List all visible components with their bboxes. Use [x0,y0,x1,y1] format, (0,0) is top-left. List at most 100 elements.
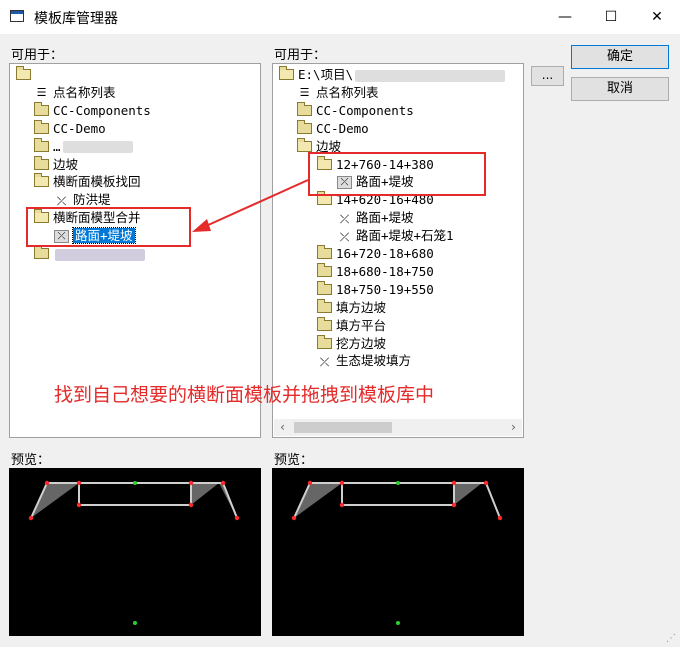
folder-open-icon [279,66,294,80]
right-tree-item[interactable]: 18+750-19+550 [317,280,434,299]
tree-item-label: 挖方边坡 [336,335,387,351]
right-template-preview [272,468,524,636]
tree-item-label: 横断面模型合并 [53,210,141,226]
tree-item-label: 防洪堤 [73,192,111,208]
tree-item-label: 生态堤坡填方 [336,353,412,369]
right-preview-drawing [291,480,503,625]
folder-icon [297,119,312,134]
tree-item-label: CC-Components [316,102,414,118]
template-box-icon: ⤫ [337,176,352,190]
template-box-icon: ⤫ [54,230,69,244]
folder-icon [317,262,332,277]
resize-grip-icon[interactable]: ⋰ [666,633,678,645]
browse-button[interactable]: ... [531,66,564,86]
horizontal-scrollbar[interactable]: ‹ › [274,419,522,436]
folder-open-icon [34,173,49,188]
left-preview-drawing [28,480,240,625]
scroll-right-icon[interactable]: › [505,419,522,436]
tree-item-label: CC-Demo [316,120,369,136]
tree-item-label: … [53,138,61,154]
window-title: 模板库管理器 [34,11,118,27]
close-button[interactable]: ✕ [634,0,680,34]
folder-open-icon [34,209,49,224]
left-template-preview [9,468,261,636]
folder-open-icon [317,191,332,206]
left-tree-item[interactable] [34,245,145,263]
left-tree-item[interactable]: 边坡 [34,155,79,174]
right-tree-item[interactable]: 填方平台 [317,316,387,335]
left-tree-item[interactable]: ⤫ 路面+堤坡 [54,227,136,245]
left-tree-item[interactable]: … [34,137,133,156]
right-tree-item[interactable]: ⤫ 路面+堤坡 [337,209,414,227]
redacted-text [55,248,145,261]
left-tree-item[interactable]: CC-Components [34,101,151,120]
left-tree-item[interactable]: CC-Demo [34,119,106,138]
right-tree-item[interactable]: ⤫ 路面+堤坡+石笼1 [337,227,454,245]
left-tree-item[interactable]: ☰ 点名称列表 [34,84,116,102]
left-panel-label: 可用于： [11,48,64,63]
tree-item-label: 填方边坡 [336,299,387,315]
tree-item-label: 14+620-16+480 [336,192,434,208]
tree-item-label: 路面+堤坡 [356,174,414,190]
right-tree-item[interactable]: 挖方边坡 [317,334,387,353]
right-tree-item[interactable]: 14+620-16+480 [317,191,434,209]
template-icon: ⤫ [56,193,67,208]
folder-icon [34,155,49,170]
folder-icon [34,101,49,116]
right-tree-item[interactable]: 12+760-14+380 [317,155,434,174]
right-tree-item[interactable]: 16+720-18+680 [317,245,434,263]
tree-item-label: 边坡 [316,138,342,154]
template-icon: ⤫ [319,354,330,369]
redacted-text [62,141,133,154]
tree-item-label: 点名称列表 [316,84,379,100]
left-tree-item[interactable] [16,66,35,84]
maximize-button[interactable]: ☐ [588,0,634,34]
ok-button[interactable]: 确定 [571,45,669,69]
folder-icon [34,119,49,134]
folder-icon [34,137,49,152]
right-preview-label: 预览： [274,453,314,468]
template-icon: ⤫ [339,211,350,226]
instruction-annotation: 找到自己想要的横断面模板并拖拽到模板库中 [54,384,435,406]
right-tree-item[interactable]: CC-Demo [297,119,369,138]
folder-icon [317,298,332,313]
left-tree-item[interactable]: 横断面模型合并 [34,209,141,227]
folder-icon [297,101,312,116]
cancel-button[interactable]: 取消 [571,77,669,101]
right-tree-item[interactable]: ⤫ 生态堤坡填方 [317,352,411,370]
folder-open-icon [317,155,332,170]
redacted-path [355,69,506,82]
tree-item-label: 路面+堤坡 [72,227,136,245]
list-icon: ☰ [299,86,310,100]
right-tree-item[interactable]: 边坡 [297,137,342,156]
tree-item-label: 点名称列表 [53,84,116,100]
right-tree-item[interactable]: ☰ 点名称列表 [297,84,379,102]
tree-item-label: 边坡 [53,156,79,172]
right-tree-item[interactable]: CC-Components [297,101,414,120]
list-icon: ☰ [36,86,47,100]
folder-open-icon [16,66,31,80]
tree-item-label: 16+720-18+680 [336,246,434,261]
tree-item-label: 填方平台 [336,317,387,333]
tree-item-label: 横断面模板找回 [53,174,141,190]
tree-item-label: CC-Components [53,102,151,118]
right-panel-label: 可用于： [274,48,327,63]
folder-icon [317,280,332,295]
scroll-thumb[interactable] [294,422,392,433]
right-tree-item[interactable]: 18+680-18+750 [317,262,434,281]
right-tree-item[interactable]: 填方边坡 [317,298,387,317]
tree-item-label: 路面+堤坡+石笼1 [356,228,454,244]
template-icon: ⤫ [339,229,350,244]
scroll-left-icon[interactable]: ‹ [274,419,291,436]
folder-open-icon [297,137,312,152]
app-window-icon [10,10,24,22]
right-tree-item[interactable]: E:\项目\ [279,66,506,84]
folder-icon [317,334,332,349]
minimize-button[interactable]: — [542,0,588,34]
title-bar: 模板库管理器 — ☐ ✕ [0,0,680,34]
left-tree-item[interactable]: 横断面模板找回 [34,173,141,191]
folder-icon [34,245,49,259]
folder-icon [317,316,332,331]
left-tree-item[interactable]: ⤫ 防洪堤 [54,191,111,209]
right-tree-item[interactable]: ⤫ 路面+堤坡 [337,173,414,191]
